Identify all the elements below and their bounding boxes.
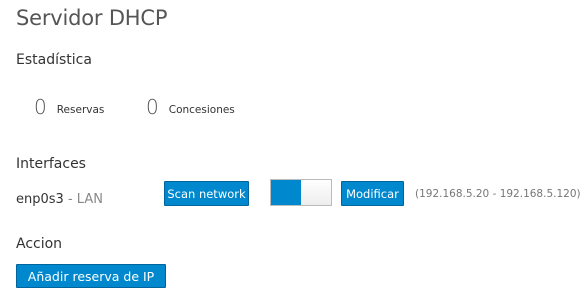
interface-enable-toggle[interactable]	[270, 179, 332, 206]
interface-name: enp0s3 - LAN	[16, 192, 103, 207]
actions-heading: Accion	[16, 236, 63, 252]
reservations-count: 0	[34, 95, 47, 119]
interfaces-heading: Interfaces	[16, 156, 86, 172]
interface-separator: -	[67, 192, 73, 207]
scan-network-button[interactable]: Scan network	[164, 181, 249, 206]
leases-stat: 0 Concesiones	[146, 94, 235, 119]
add-ip-reservation-button[interactable]: Añadir reserva de IP	[16, 264, 166, 288]
leases-count: 0	[146, 95, 159, 119]
toggle-knob	[301, 180, 331, 205]
reservations-stat: 0 Reservas	[34, 94, 105, 119]
interface-device: enp0s3	[16, 192, 64, 207]
toggle-on-state	[271, 180, 302, 205]
reservations-label: Reservas	[56, 104, 105, 116]
statistics-heading: Estadística	[16, 52, 92, 68]
modify-button[interactable]: Modificar	[341, 181, 404, 206]
interface-zone: LAN	[76, 192, 103, 207]
leases-label: Concesiones	[168, 104, 235, 116]
page-title: Servidor DHCP	[16, 6, 168, 30]
ip-range: (192.168.5.20 - 192.168.5.120)	[415, 188, 581, 200]
